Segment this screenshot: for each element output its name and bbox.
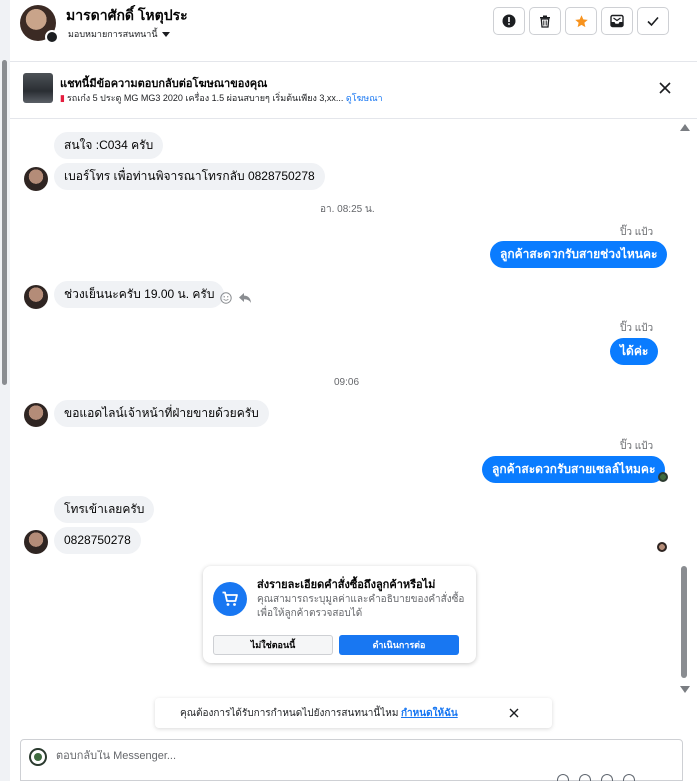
- contact-name[interactable]: มารดาศักดิ์ โหตุประ: [66, 5, 188, 27]
- left-scrollbar[interactable]: [0, 0, 10, 781]
- mark-done-button[interactable]: [637, 7, 669, 35]
- contact-avatar-small: [24, 285, 48, 309]
- thread-scrollbar[interactable]: [678, 120, 690, 695]
- view-ad-link[interactable]: ดูโฆษณา: [346, 93, 383, 103]
- ad-banner-title: แชทนี้มีข้อความตอบกลับต่อโฆษณาของคุณ: [60, 78, 268, 90]
- scroll-down-arrow[interactable]: [680, 686, 690, 693]
- continue-button[interactable]: ดำเนินการต่อ: [339, 635, 459, 655]
- page-avatar: [29, 748, 47, 766]
- outgoing-message: ลูกค้าสะดวกรับสายเซลล์ไหมคะ: [482, 456, 666, 483]
- ad-banner-description: ▮ รถเก๋ง 5 ประตู MG MG3 2020 เครื่อง 1.5 …: [60, 91, 383, 105]
- left-scrollbar-thumb[interactable]: [2, 60, 7, 385]
- seen-indicator-avatar: [658, 472, 668, 482]
- incoming-message: เบอร์โทร เพื่อท่านพิจารณาโทรกลับ 0828750…: [54, 163, 325, 190]
- shopping-cart-icon: [213, 582, 247, 616]
- star-button[interactable]: [565, 7, 597, 35]
- reply-icon[interactable]: [238, 292, 252, 304]
- like-icon[interactable]: [623, 774, 635, 781]
- timestamp: อา. 08:25 น.: [320, 204, 375, 215]
- page-badge-avatar: [45, 30, 59, 44]
- incoming-message: โทรเข้าเลยครับ: [54, 496, 155, 523]
- header-actions: [493, 7, 669, 35]
- move-to-done-mail-button[interactable]: [601, 7, 633, 35]
- car-icon: ▮: [60, 93, 65, 103]
- order-details-prompt-card: ส่งรายละเอียดคำสั่งซื้อถึงลูกค้าหรือไม่ …: [203, 566, 476, 663]
- check-icon: [647, 16, 659, 27]
- close-icon[interactable]: [657, 80, 673, 96]
- assign-to-me-link[interactable]: กำหนดให้ฉัน: [401, 706, 458, 721]
- trash-icon: [540, 15, 550, 28]
- exclamation-icon: [502, 14, 516, 28]
- assign-notice-bar: คุณต้องการได้รับการกำหนดไปยังการสนทนานี้…: [155, 698, 552, 728]
- ad-description-text: รถเก๋ง 5 ประตู MG MG3 2020 เครื่อง 1.5 ผ…: [66, 93, 344, 103]
- tag-icon[interactable]: [557, 774, 569, 781]
- contact-avatar-small: [24, 530, 48, 554]
- star-icon: [574, 14, 588, 27]
- card-title: ส่งรายละเอียดคำสั่งซื้อถึงลูกค้าหรือไม่: [257, 579, 436, 591]
- seen-indicator-avatar: [657, 542, 667, 552]
- mark-spam-button[interactable]: [493, 7, 525, 35]
- timestamp: 09:06: [334, 377, 360, 388]
- scrollbar-thumb[interactable]: [681, 566, 687, 678]
- message-actions: [220, 292, 252, 304]
- assign-conversation-dropdown[interactable]: มอบหมายการสนทนานี้: [68, 27, 170, 41]
- sender-name: ปิ๊ว แป้ว: [620, 323, 654, 334]
- emoji-react-icon[interactable]: [220, 292, 232, 304]
- contact-avatar-small: [24, 167, 48, 191]
- incoming-message: ขอแอดไลน์เจ้าหน้าที่ฝ่ายขายด้วยครับ: [54, 400, 269, 427]
- assign-label: มอบหมายการสนทนานี้: [68, 29, 158, 39]
- contact-avatar-small: [24, 403, 48, 427]
- composer-tools: [557, 774, 635, 781]
- emoji-icon[interactable]: [601, 774, 613, 781]
- chevron-down-icon: [161, 31, 170, 37]
- incoming-message: ช่วงเย็นนะครับ 19.00 น. ครับ: [54, 281, 225, 308]
- outgoing-message: ลูกค้าสะดวกรับสายช่วงไหนคะ: [490, 241, 668, 268]
- mail-icon: [610, 14, 624, 28]
- conversation-header: มารดาศักดิ์ โหตุประ มอบหมายการสนทนานี้: [10, 0, 697, 62]
- contact-avatar[interactable]: [20, 5, 59, 44]
- sender-name: ปิ๊ว แป้ว: [620, 227, 654, 238]
- delete-button[interactable]: [529, 7, 561, 35]
- ad-reply-banner: แชทนี้มีข้อความตอบกลับต่อโฆษณาของคุณ ▮ รถ…: [10, 62, 697, 119]
- not-now-button[interactable]: ไม่ใช่ตอนนี้: [213, 635, 333, 655]
- notice-text: คุณต้องการได้รับการกำหนดไปยังการสนทนานี้…: [180, 708, 399, 719]
- saved-reply-icon[interactable]: [579, 774, 591, 781]
- close-icon[interactable]: [508, 707, 520, 719]
- scroll-up-arrow[interactable]: [680, 124, 690, 131]
- message-composer: [20, 739, 683, 781]
- incoming-message: สนใจ :C034 ครับ: [54, 132, 164, 159]
- ad-thumbnail[interactable]: [23, 73, 53, 103]
- incoming-message: 0828750278: [54, 527, 141, 554]
- sender-name: ปิ๊ว แป้ว: [620, 441, 654, 452]
- card-description: คุณสามารถระบุมูลค่าและคำอธิบายของคำสั่งซ…: [257, 594, 465, 619]
- outgoing-message: ได้ค่ะ: [610, 338, 659, 365]
- reply-input[interactable]: [56, 750, 556, 762]
